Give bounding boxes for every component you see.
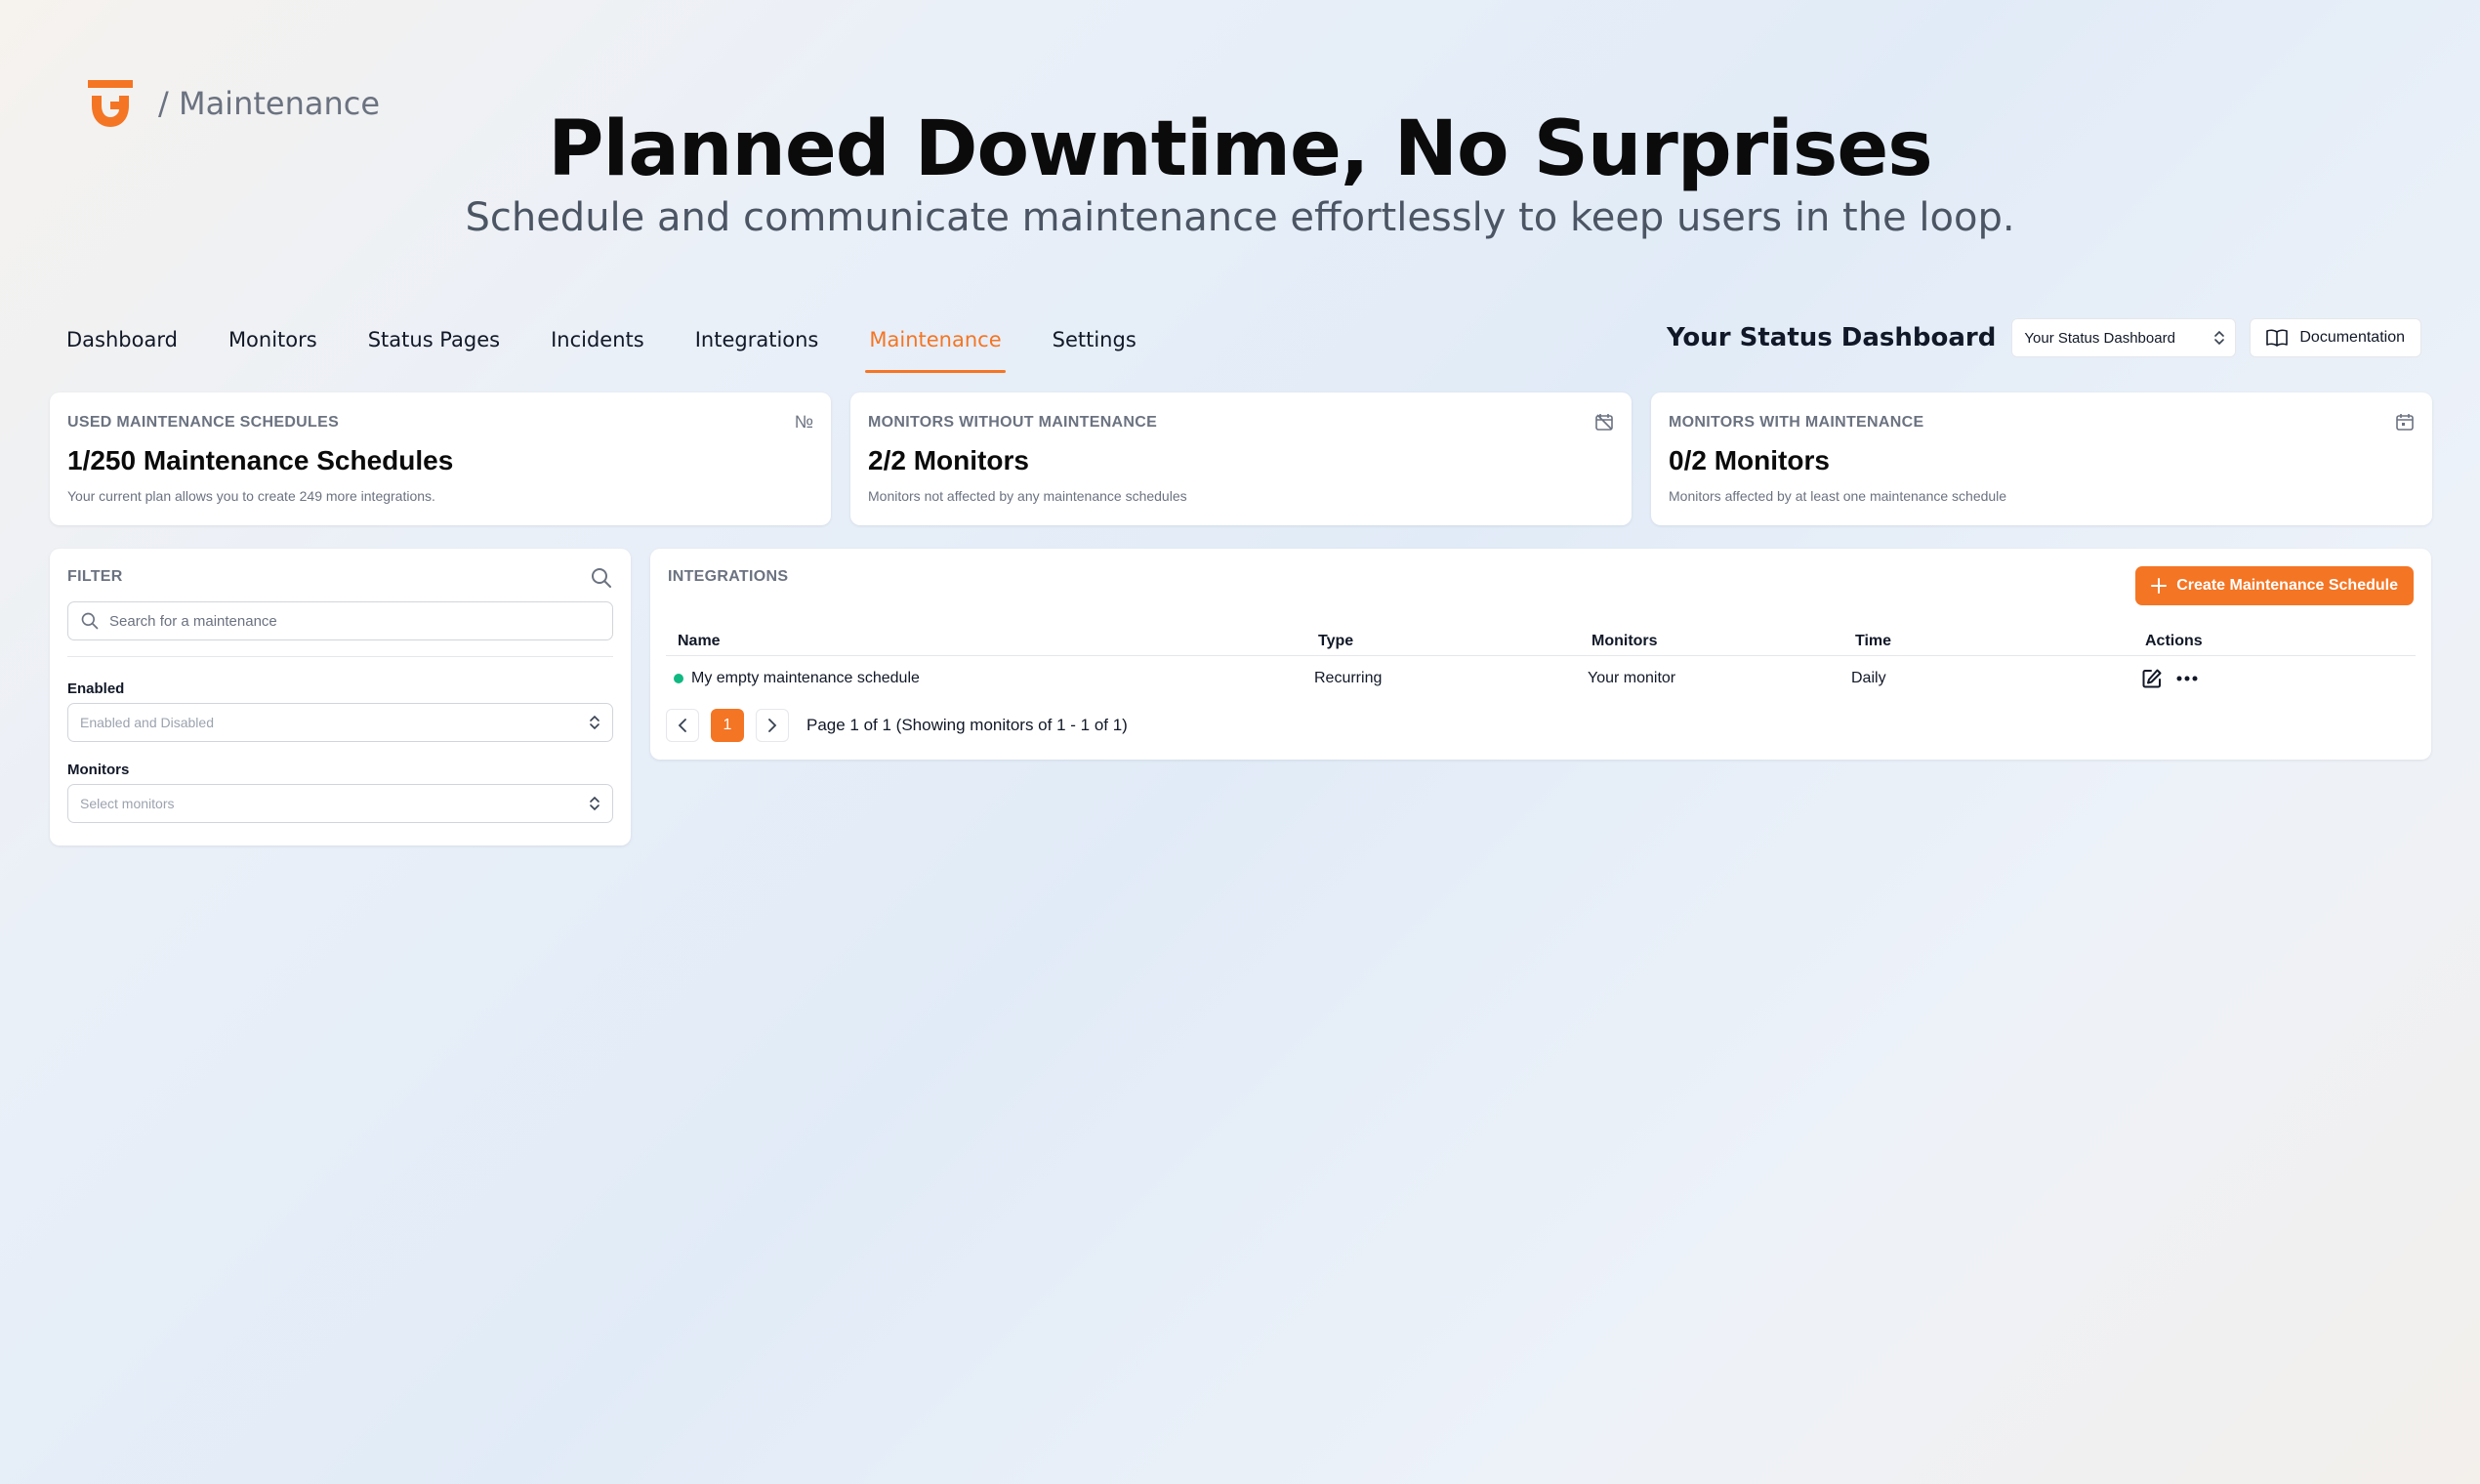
calendar-icon	[2396, 414, 2414, 431]
stat-label: MONITORS WITH MAINTENANCE	[1669, 414, 1924, 431]
stat-note: Monitors affected by at least one mainte…	[1669, 488, 2007, 504]
tab-dashboard[interactable]: Dashboard	[66, 322, 178, 373]
book-icon	[2266, 329, 2289, 347]
monitors-label: Monitors	[67, 762, 130, 778]
plus-icon	[2151, 578, 2168, 594]
create-maintenance-label: Create Maintenance Schedule	[2176, 577, 2398, 594]
chevron-right-icon	[768, 719, 777, 732]
monitors-select-placeholder: Select monitors	[80, 796, 175, 811]
filter-title: FILTER	[67, 568, 123, 585]
stat-note: Your current plan allows you to create 2…	[67, 488, 435, 504]
page-subtitle: Schedule and communicate maintenance eff…	[465, 195, 2015, 240]
page-title: Planned Downtime, No Surprises	[548, 105, 1932, 193]
status-dot	[674, 673, 683, 683]
tab-integrations[interactable]: Integrations	[695, 322, 819, 373]
org-select-value: Your Status Dashboard	[2024, 329, 2175, 347]
org-select[interactable]: Your Status Dashboard	[2011, 318, 2237, 357]
chevron-up-down-icon	[590, 715, 599, 730]
search-icon	[81, 612, 99, 630]
documentation-button[interactable]: Documentation	[2250, 318, 2421, 357]
stat-value: 2/2 Monitors	[868, 445, 1029, 475]
tab-incidents[interactable]: Incidents	[551, 322, 644, 373]
type-cell: Recurring	[1314, 670, 1383, 686]
tab-status-pages[interactable]: Status Pages	[368, 322, 500, 373]
chevron-up-down-icon	[2214, 330, 2225, 346]
filter-panel: FILTER Search for a maintenance Enabled …	[50, 549, 631, 845]
divider	[67, 656, 613, 657]
tab-maintenance[interactable]: Maintenance	[865, 322, 1006, 373]
page-1-button[interactable]: 1	[711, 709, 744, 742]
name-cell: My empty maintenance schedule	[674, 670, 1314, 687]
tab-monitors[interactable]: Monitors	[228, 322, 317, 373]
stat-value: 1/250 Maintenance Schedules	[67, 445, 454, 475]
main-nav: Dashboard Monitors Status Pages Incident…	[66, 322, 1187, 373]
stat-label: MONITORS WITHOUT MAINTENANCE	[868, 414, 1158, 431]
create-maintenance-button[interactable]: Create Maintenance Schedule	[2135, 566, 2414, 605]
column-header: Time	[1855, 632, 1892, 649]
edit-icon[interactable]	[2141, 668, 2163, 689]
integrations-panel: INTEGRATIONS Create Maintenance Schedule…	[650, 549, 2431, 760]
prev-page-button[interactable]	[666, 709, 699, 742]
chevron-left-icon	[678, 719, 686, 732]
stat-label: USED MAINTENANCE SCHEDULES	[67, 414, 340, 431]
calendar-off-icon	[1595, 414, 1613, 431]
enabled-select-value: Enabled and Disabled	[80, 715, 214, 730]
column-header: Monitors	[1591, 632, 1658, 649]
enabled-label: Enabled	[67, 680, 125, 697]
page-info: Page 1 of 1 (Showing monitors of 1 - 1 o…	[806, 716, 1128, 734]
tab-settings[interactable]: Settings	[1053, 322, 1137, 373]
column-header: Name	[678, 632, 721, 649]
stat-card-with-maintenance: MONITORS WITH MAINTENANCE 0/2 Monitors M…	[1651, 392, 2432, 525]
nav-right: Your Status Dashboard Your Status Dashbo…	[1667, 318, 2421, 357]
column-header: Actions	[2145, 632, 2203, 649]
search-placeholder: Search for a maintenance	[109, 612, 277, 630]
org-label: Your Status Dashboard	[1666, 323, 1997, 352]
stat-card-used-schedules: USED MAINTENANCE SCHEDULES 1/250 Mainten…	[50, 392, 831, 525]
monitors-cell: Your monitor	[1588, 670, 1676, 686]
table-header: Name Type Monitors Time Actions	[666, 627, 2416, 656]
documentation-label: Documentation	[2299, 329, 2405, 346]
search-icon[interactable]	[590, 566, 613, 590]
maintenance-table: Name Type Monitors Time Actions My empty…	[666, 627, 2416, 701]
column-header: Type	[1318, 632, 1354, 649]
enabled-select[interactable]: Enabled and Disabled	[67, 703, 613, 742]
search-input[interactable]: Search for a maintenance	[67, 601, 613, 640]
chevron-up-down-icon	[590, 796, 599, 811]
monitors-select[interactable]: Select monitors	[67, 784, 613, 823]
time-cell: Daily	[1851, 670, 1886, 686]
table-row[interactable]: My empty maintenance schedule Recurring …	[666, 656, 2416, 701]
pagination: 1 Page 1 of 1 (Showing monitors of 1 - 1…	[666, 709, 1128, 742]
stat-card-without-maintenance: MONITORS WITHOUT MAINTENANCE 2/2 Monitor…	[850, 392, 1632, 525]
maintenance-name: My empty maintenance schedule	[691, 670, 920, 686]
next-page-button[interactable]	[756, 709, 789, 742]
stat-note: Monitors not affected by any maintenance…	[868, 488, 1187, 504]
numero-icon: №	[794, 412, 813, 432]
more-options-icon[interactable]	[2176, 676, 2198, 681]
stat-value: 0/2 Monitors	[1669, 445, 1830, 475]
actions-cell	[2141, 668, 2416, 689]
